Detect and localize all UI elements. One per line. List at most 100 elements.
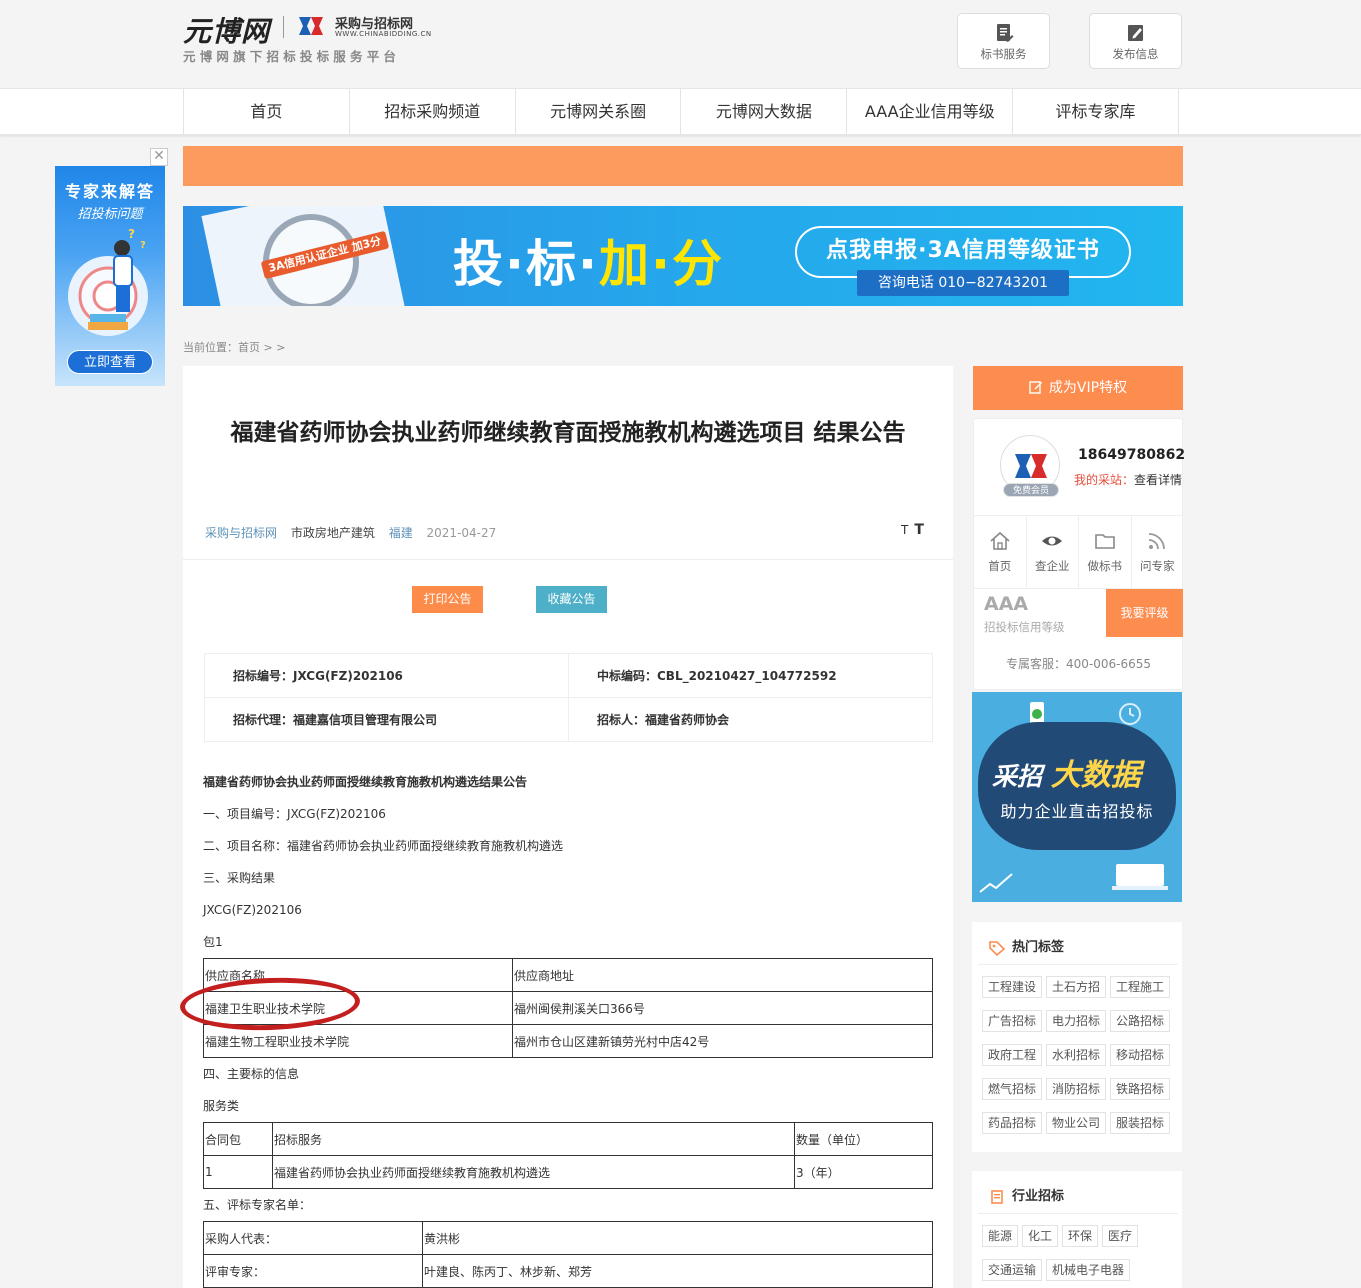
bid-service: 福建省药师协会执业药师面授继续教育施教机构遴选 xyxy=(272,1155,795,1189)
ad-close-button[interactable]: ✕ xyxy=(150,148,168,166)
supplier-address-header: 供应商地址 xyxy=(512,958,933,992)
quick-link-bid-doc[interactable]: 做标书 xyxy=(1079,516,1132,588)
become-vip-button[interactable]: 成为VIP特权 xyxy=(973,366,1183,410)
document-edit-icon xyxy=(996,24,1013,42)
article-panel: 福建省药师协会执业药师继续教育面授施教机构遴选项目 结果公告 采购与招标网 市政… xyxy=(183,366,953,1288)
big-data-subline: 助力企业直击招投标 xyxy=(1000,802,1154,821)
industry-tag[interactable]: 机械电子电器 xyxy=(1046,1259,1131,1281)
industry-tag[interactable]: 能源 xyxy=(982,1225,1019,1247)
quantity-header: 数量（单位） xyxy=(794,1122,933,1156)
hot-tag[interactable]: 消防招标 xyxy=(1046,1078,1107,1100)
hot-tag[interactable]: 电力招标 xyxy=(1046,1010,1107,1032)
hot-tag[interactable]: 铁路招标 xyxy=(1110,1078,1171,1100)
industry-tag[interactable]: 化工 xyxy=(1022,1225,1059,1247)
article-meta: 采购与招标网 市政房地产建筑 福建 2021-04-27 xyxy=(205,524,506,541)
quantity: 3（年） xyxy=(794,1155,933,1189)
print-notice-button[interactable]: 打印公告 xyxy=(412,586,483,613)
meta-divider xyxy=(183,559,953,560)
home-icon xyxy=(990,531,1010,550)
trend-chart-icon xyxy=(979,873,1013,893)
font-large-button[interactable]: T xyxy=(914,522,924,538)
meta-category[interactable]: 市政房地产建筑 xyxy=(291,526,375,540)
publish-info-button[interactable]: 发布信息 xyxy=(1089,13,1182,69)
win-number: 中标编码：CBL_20210427_104772592 xyxy=(568,653,933,698)
hot-tag[interactable]: 物业公司 xyxy=(1046,1112,1107,1134)
hot-tag[interactable]: 土石方招 xyxy=(1046,976,1107,998)
service-table: 合同包 招标服务 数量（单位） 1 福建省药师协会执业药师面授继续教育施教机构遴… xyxy=(203,1122,933,1189)
nav-item-home[interactable]: 首页 xyxy=(184,89,350,135)
apply-rating-button[interactable]: 我要评级 xyxy=(1106,589,1183,637)
customer-service: 专属客服：400-006-6655 xyxy=(1005,657,1151,671)
hot-tag[interactable]: 工程施工 xyxy=(1110,976,1171,998)
meta-region[interactable]: 福建 xyxy=(389,526,413,540)
hot-tag[interactable]: 药品招标 xyxy=(982,1112,1043,1134)
quick-link-home[interactable]: 首页 xyxy=(974,516,1027,588)
user-phone: 18649780862 xyxy=(1078,447,1186,463)
industry-tag[interactable]: 医疗 xyxy=(1102,1225,1139,1247)
expert-names: 叶建良、陈丙丁、林步新、郑芳 xyxy=(422,1254,933,1288)
meta-source[interactable]: 采购与招标网 xyxy=(205,526,277,540)
banner-headline-part2: 加·分 xyxy=(599,235,724,293)
site-logo[interactable]: 元博网 采购与招标网 WWW.CHINABIDDING.CN 元博网旗下招标投标… xyxy=(183,10,443,68)
bid-number: 招标编号：JXCG(FZ)202106 xyxy=(204,653,569,698)
float-ad-subtitle: 招投标问题 xyxy=(77,207,143,222)
expert-qa-float-ad[interactable]: 专家来解答 招投标问题 ? ? 立即查看 xyxy=(55,166,165,386)
font-small-button[interactable]: T xyxy=(901,523,908,537)
bid-doc-service-button[interactable]: 标书服务 xyxy=(957,13,1050,69)
clock-illustration-icon xyxy=(1119,703,1141,725)
supplier-address: 福州闽侯荆溪关口366号 xyxy=(512,991,933,1025)
hot-tag[interactable]: 政府工程 xyxy=(982,1044,1043,1066)
my-station-link[interactable]: 查看详情 xyxy=(1134,473,1182,487)
list-icon xyxy=(991,1189,1003,1204)
user-panel: 免费会员 18649780862 我的采站：查看详情 首页 查企业 做标书 问专… xyxy=(973,418,1186,690)
contract-package: 1 xyxy=(203,1155,273,1189)
banner-phone: 咨询电话 010−82743201 xyxy=(857,270,1069,296)
supplier-address: 福州市仓山区建新镇劳光村中店42号 xyxy=(512,1024,933,1058)
quick-links-grid: 首页 查企业 做标书 问专家 xyxy=(974,515,1183,589)
float-ad-view-button[interactable]: 立即查看 xyxy=(67,350,153,374)
my-station-label: 我的采站： xyxy=(1074,473,1135,487)
hot-tag[interactable]: 燃气招标 xyxy=(982,1078,1043,1100)
big-data-ad[interactable]: 采招 大数据 助力企业直击招投标 xyxy=(972,692,1182,902)
nav-item-expert-library[interactable]: 评标专家库 xyxy=(1013,89,1179,135)
member-badge: 免费会员 xyxy=(1003,483,1059,497)
laptop-illustration-icon xyxy=(1112,864,1168,890)
industry-tag[interactable]: 交通运输 xyxy=(982,1259,1043,1281)
quick-link-company[interactable]: 查企业 xyxy=(1027,516,1079,588)
top-header: 元博网 采购与招标网 WWW.CHINABIDDING.CN 元博网旗下招标投标… xyxy=(0,0,1361,88)
hot-tags-divider xyxy=(978,964,1178,965)
hot-tag[interactable]: 移动招标 xyxy=(1110,1044,1171,1066)
nav-item-aaa-credit[interactable]: AAA企业信用等级 xyxy=(847,89,1014,135)
hot-tag[interactable]: 公路招标 xyxy=(1110,1010,1171,1032)
meta-date: 2021-04-27 xyxy=(426,526,497,540)
industry-tag[interactable]: 环保 xyxy=(1062,1225,1099,1247)
svg-text:?: ? xyxy=(128,227,135,241)
hot-tag[interactable]: 水利招标 xyxy=(1046,1044,1107,1066)
table-row: 合同包 招标服务 数量（单位） xyxy=(203,1122,933,1156)
credit-bonus-banner[interactable]: 3A信用认证企业 加3分 投·标·加·分 点我申报·3A信用等级证书 咨询电话 … xyxy=(183,206,1183,306)
body-subject-heading: 四、主要标的信息 xyxy=(203,1067,300,1081)
nav-item-bidding-channel[interactable]: 招标采购频道 xyxy=(350,89,516,135)
edit-icon xyxy=(1029,381,1042,394)
industry-tags-title-text: 行业招标 xyxy=(1012,1189,1065,1204)
favorite-notice-button[interactable]: 收藏公告 xyxy=(536,586,607,613)
orange-banner[interactable] xyxy=(183,146,1183,186)
industry-tags-panel: 行业招标 能源 化工 环保 医疗 交通运输 机械电子电器 xyxy=(972,1171,1182,1288)
hot-tag[interactable]: 广告招标 xyxy=(982,1010,1043,1032)
nav-item-relations[interactable]: 元博网关系圈 xyxy=(516,89,682,135)
chinabidding-logo-icon xyxy=(299,17,323,35)
businessman-illustration-icon: ? ? xyxy=(68,227,148,336)
nav-item-big-data[interactable]: 元博网大数据 xyxy=(681,89,848,135)
quick-link-home-label: 首页 xyxy=(988,559,1012,573)
hot-tag[interactable]: 工程建设 xyxy=(982,976,1043,998)
body-result-heading: 三、采购结果 xyxy=(203,871,276,885)
hot-tag[interactable]: 服装招标 xyxy=(1110,1112,1171,1134)
breadcrumb[interactable]: 当前位置：首页 > > xyxy=(183,339,285,355)
quick-link-expert[interactable]: 问专家 xyxy=(1132,516,1184,588)
pencil-icon xyxy=(1127,25,1143,41)
big-data-headline-b: 大数据 xyxy=(1050,758,1141,793)
body-result-code: JXCG(FZ)202106 xyxy=(203,903,302,917)
industry-tags-divider xyxy=(978,1213,1178,1214)
tag-icon xyxy=(989,940,1006,956)
avatar[interactable]: 免费会员 xyxy=(1000,435,1060,497)
